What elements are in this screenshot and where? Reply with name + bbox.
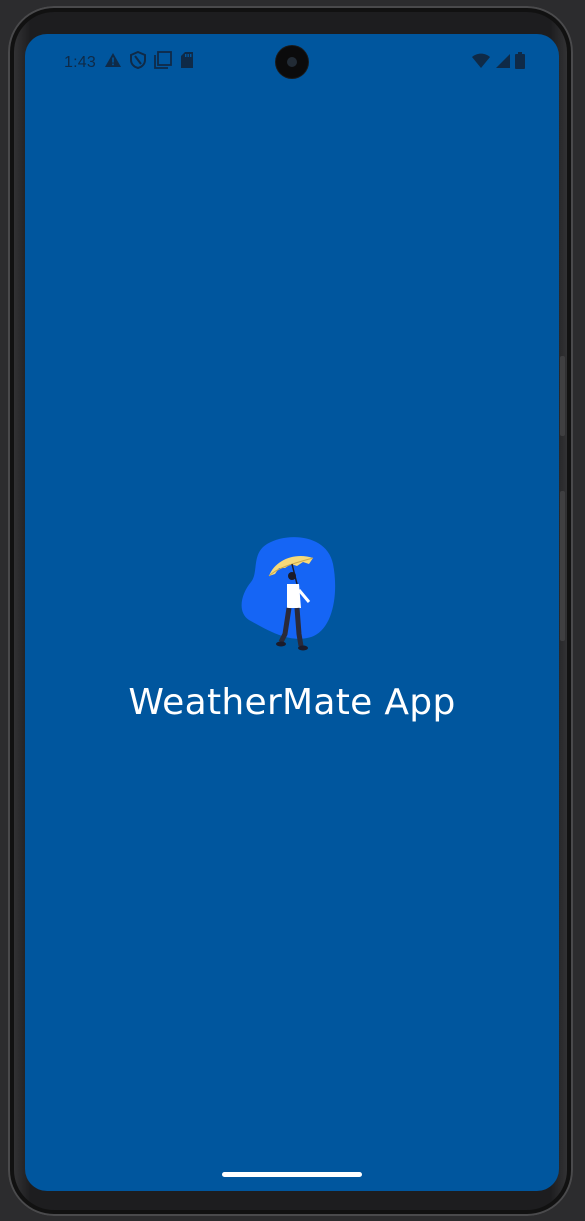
- wifi-icon: [471, 53, 491, 74]
- home-gesture-bar[interactable]: [222, 1172, 362, 1177]
- warning-icon: [104, 52, 122, 73]
- app-screen: 1:43 WeatherMate App: [25, 34, 559, 1191]
- sd-card-icon: [180, 51, 194, 74]
- volume-button: [560, 356, 565, 436]
- weather-person-umbrella-icon: [237, 534, 347, 654]
- status-bar-right: [471, 52, 525, 74]
- screen-mirror-icon: [154, 51, 172, 74]
- battery-icon: [515, 52, 525, 74]
- status-bar-left: 1:43: [64, 50, 194, 74]
- status-bar: 1:43: [25, 34, 559, 88]
- power-button: [560, 491, 565, 641]
- shield-icon: [129, 50, 146, 74]
- status-time: 1:43: [64, 53, 96, 71]
- cell-signal-icon: [495, 53, 511, 74]
- front-camera: [276, 46, 308, 78]
- splash-content: WeatherMate App: [25, 534, 559, 723]
- app-title: WeatherMate App: [128, 682, 456, 723]
